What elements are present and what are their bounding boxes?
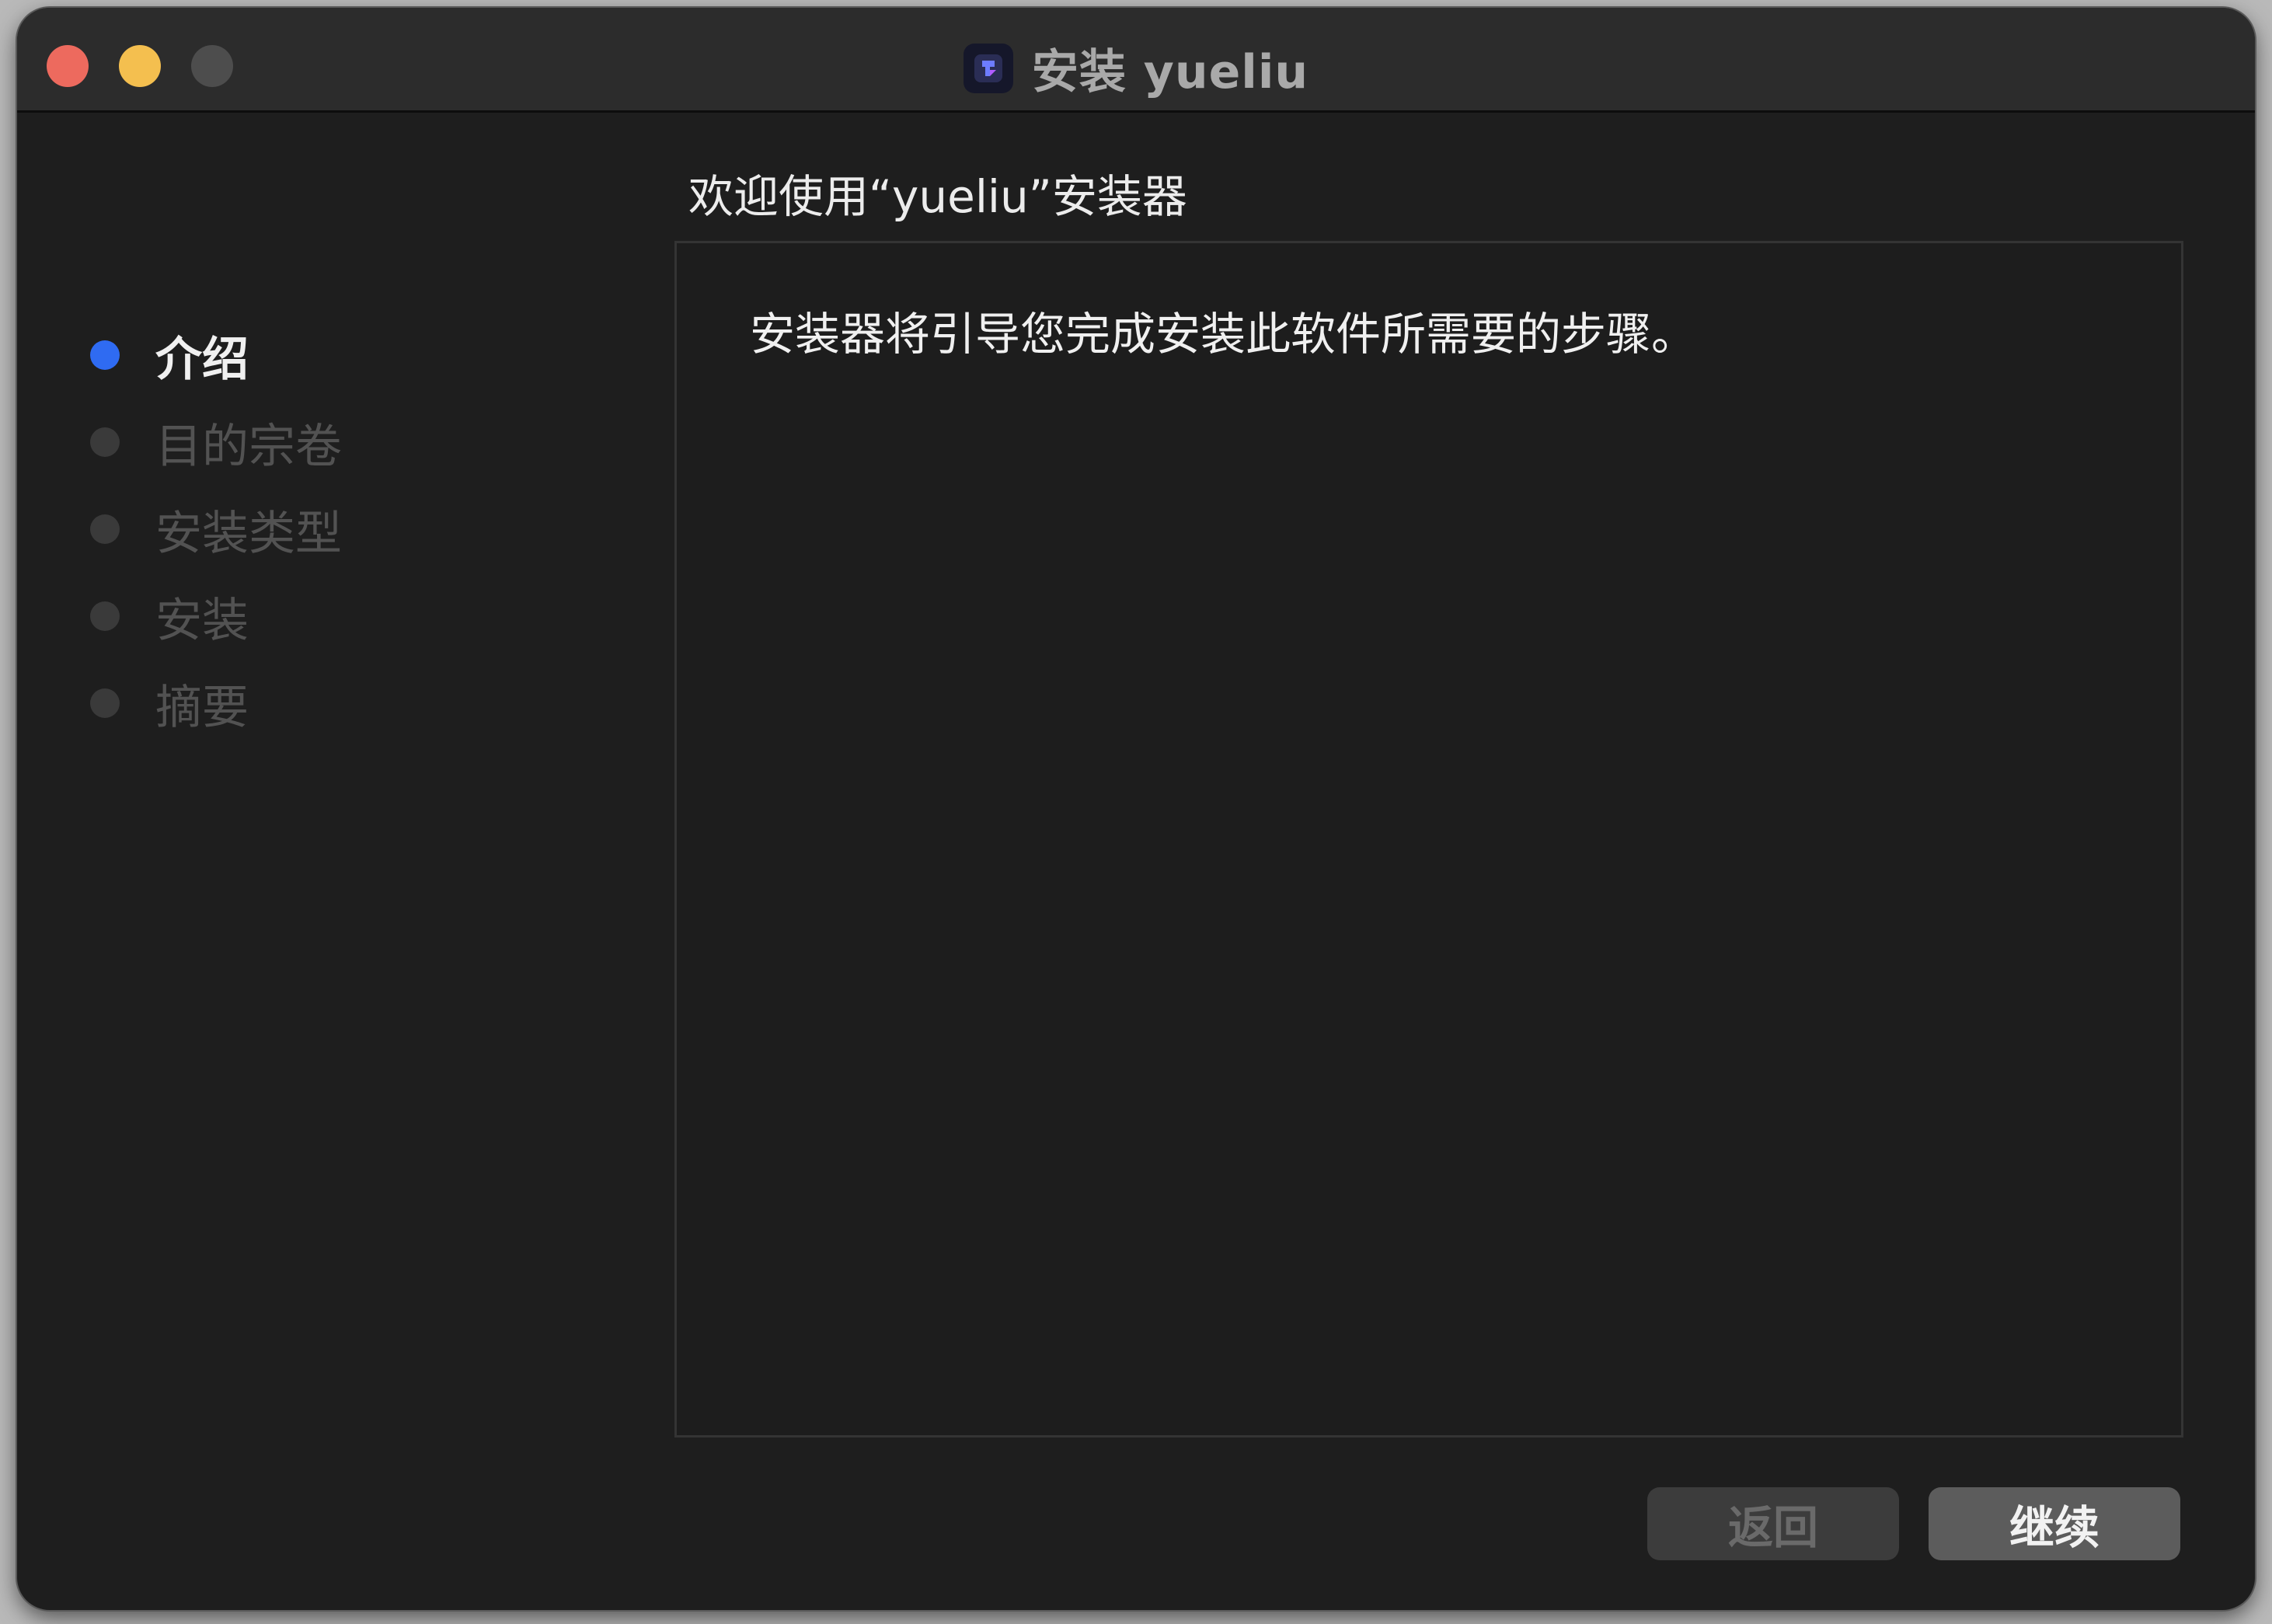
title-bar[interactable]: 安装 yueliu [17,8,2255,113]
page-heading: 欢迎使用“yueliu”安装器 [688,170,1187,223]
yueliu-app-icon [963,43,1013,93]
step-indicator-dot [90,427,120,457]
installer-window: 安装 yueliu 介绍 目的宗卷 安装类型 安装 摘要 欢迎使用“yueliu… [17,8,2255,1610]
step-indicator-dot [90,514,120,544]
continue-button[interactable]: 继续 [1929,1487,2180,1560]
step-indicator-dot [90,688,120,718]
step-indicator-dot [90,340,120,370]
content-panel: 安装器将引导您完成安装此软件所需要的步骤。 [674,241,2183,1438]
intro-text: 安装器将引导您完成安装此软件所需要的步骤。 [750,308,1697,361]
window-title-group: 安装 yueliu [17,34,2255,102]
step-label: 安装 [155,593,249,648]
window-title: 安装 yueliu [1031,45,1309,99]
step-label: 摘要 [155,680,249,735]
steps-sidebar: 介绍 目的宗卷 安装类型 安装 摘要 [17,113,654,1610]
step-label: 介绍 [155,332,249,387]
step-label: 目的宗卷 [155,419,342,474]
step-indicator-dot [90,601,120,631]
back-button[interactable]: 返回 [1647,1487,1899,1560]
step-label: 安装类型 [155,506,342,561]
